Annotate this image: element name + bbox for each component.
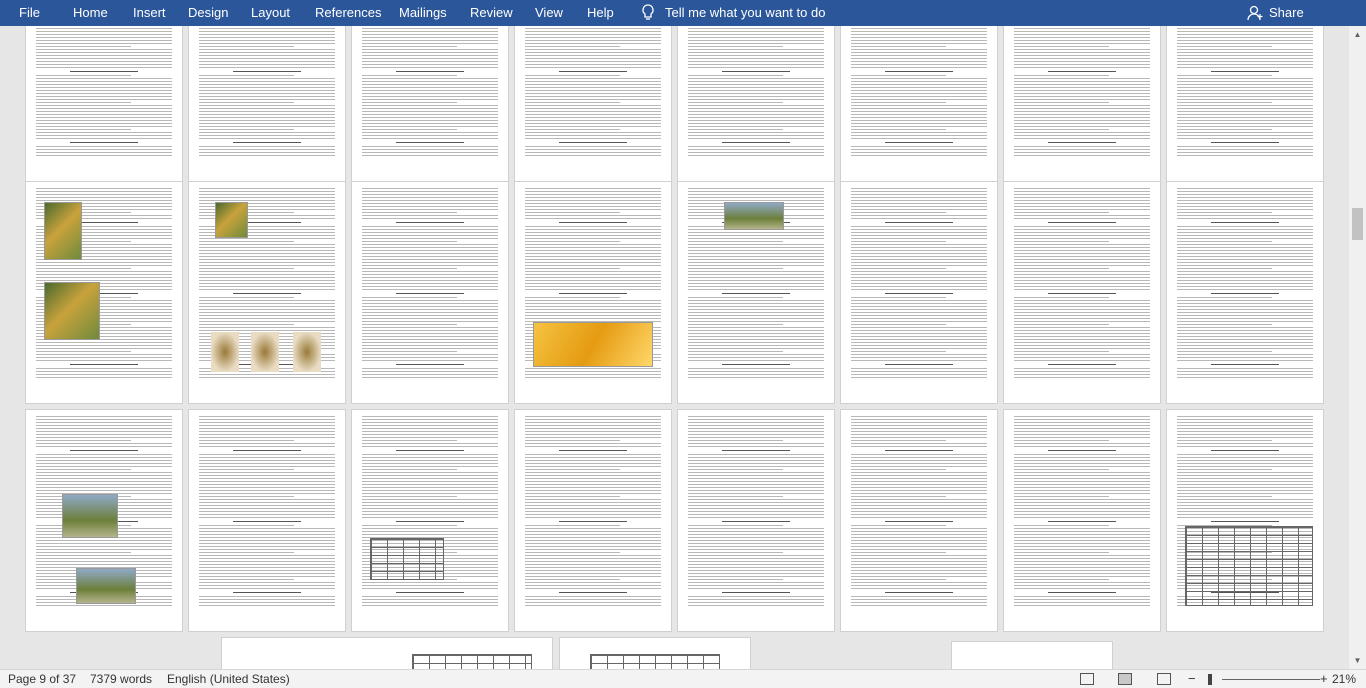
- page-text-block: [851, 416, 987, 625]
- page-thumbnail[interactable]: [515, 26, 671, 181]
- zoom-level[interactable]: 21%: [1332, 672, 1356, 686]
- status-bar: Page 9 of 37 7379 words English (United …: [0, 669, 1366, 688]
- language-indicator[interactable]: English (United States): [167, 672, 290, 686]
- page-text-block: [362, 188, 498, 397]
- lightbulb-icon: [642, 4, 654, 20]
- page-text-block: [1014, 188, 1150, 397]
- tab-file[interactable]: File: [19, 0, 40, 26]
- table-figure[interactable]: [1185, 526, 1313, 606]
- page-text-block: [851, 26, 987, 175]
- tab-design[interactable]: Design: [188, 0, 228, 26]
- ribbon-menu-bar: File Home Insert Design Layout Reference…: [0, 0, 1366, 26]
- tab-references[interactable]: References: [315, 0, 381, 26]
- page-text-block: [688, 26, 824, 175]
- page-thumbnail[interactable]: [352, 410, 508, 631]
- read-mode-icon[interactable]: [1080, 673, 1094, 685]
- page-thumbnail[interactable]: [1167, 410, 1323, 631]
- page-thumbnail[interactable]: [26, 410, 182, 631]
- table-figure[interactable]: [370, 538, 444, 580]
- page-thumbnail[interactable]: [189, 410, 345, 631]
- picture-figure[interactable]: [215, 202, 248, 238]
- scroll-down-icon[interactable]: ▼: [1349, 652, 1366, 669]
- table-figure[interactable]: [412, 654, 532, 669]
- picture-figure[interactable]: [293, 332, 321, 372]
- picture-figure[interactable]: [533, 322, 653, 367]
- page-thumbnail[interactable]: [1167, 26, 1323, 181]
- vertical-scrollbar[interactable]: ▲ ▼: [1349, 26, 1366, 669]
- tab-home[interactable]: Home: [73, 0, 108, 26]
- picture-figure[interactable]: [76, 568, 136, 604]
- picture-figure[interactable]: [251, 332, 279, 372]
- zoom-out-button[interactable]: −: [1188, 671, 1196, 686]
- page-text-block: [688, 416, 824, 625]
- page-text-block: [525, 416, 661, 625]
- page-thumbnail[interactable]: [841, 26, 997, 181]
- picture-figure[interactable]: [62, 494, 118, 538]
- page-text-block: [362, 416, 498, 625]
- page-thumbnail[interactable]: [841, 410, 997, 631]
- scroll-thumb[interactable]: [1352, 208, 1363, 240]
- page-text-block: [1014, 416, 1150, 625]
- picture-figure[interactable]: [724, 202, 784, 230]
- zoom-slider-thumb[interactable]: [1208, 674, 1212, 685]
- page-text-block: [36, 26, 172, 175]
- tab-help[interactable]: Help: [587, 0, 614, 26]
- tab-insert[interactable]: Insert: [133, 0, 166, 26]
- page-text-block: [851, 188, 987, 397]
- page-thumbnail[interactable]: [1004, 182, 1160, 403]
- picture-figure[interactable]: [44, 282, 100, 340]
- table-figure[interactable]: [590, 654, 720, 669]
- tab-view[interactable]: View: [535, 0, 563, 26]
- person-icon: [1247, 5, 1263, 21]
- page-thumbnail[interactable]: [189, 182, 345, 403]
- page-thumbnail[interactable]: [678, 410, 834, 631]
- page-thumbnail[interactable]: [26, 26, 182, 181]
- tell-me-label: Tell me what you want to do: [665, 5, 826, 20]
- page-thumbnail[interactable]: [1004, 410, 1160, 631]
- page-thumbnail[interactable]: [560, 638, 750, 669]
- word-count[interactable]: 7379 words: [90, 672, 152, 686]
- page-text-block: [1014, 26, 1150, 175]
- page-text-block: [1177, 26, 1313, 175]
- print-layout-icon[interactable]: [1118, 673, 1132, 685]
- page-text-block: [525, 26, 661, 175]
- page-thumbnail[interactable]: [352, 182, 508, 403]
- page-text-block: [362, 26, 498, 175]
- page-thumbnail[interactable]: [952, 642, 1112, 669]
- page-thumbnail[interactable]: [352, 26, 508, 181]
- page-thumbnail[interactable]: [1004, 26, 1160, 181]
- tell-me-search[interactable]: Tell me what you want to do: [641, 0, 825, 26]
- zoom-slider[interactable]: [1222, 679, 1320, 680]
- page-text-block: [199, 26, 335, 175]
- tab-layout[interactable]: Layout: [251, 0, 290, 26]
- zoom-in-button[interactable]: +: [1320, 671, 1328, 686]
- page-thumbnail[interactable]: [678, 26, 834, 181]
- page-thumbnail[interactable]: [222, 638, 552, 669]
- page-thumbnail[interactable]: [1167, 182, 1323, 403]
- page-thumbnail[interactable]: [189, 26, 345, 181]
- picture-figure[interactable]: [44, 202, 82, 260]
- share-button[interactable]: Share: [1247, 0, 1304, 26]
- tab-mailings[interactable]: Mailings: [399, 0, 447, 26]
- tab-review[interactable]: Review: [470, 0, 513, 26]
- page-thumbnail[interactable]: [678, 182, 834, 403]
- page-thumbnail[interactable]: [841, 182, 997, 403]
- page-thumbnail[interactable]: [26, 182, 182, 403]
- document-canvas[interactable]: [0, 26, 1349, 669]
- web-layout-icon[interactable]: [1157, 673, 1171, 685]
- page-thumbnail[interactable]: [515, 410, 671, 631]
- page-count[interactable]: Page 9 of 37: [8, 672, 76, 686]
- share-label: Share: [1269, 5, 1304, 20]
- page-text-block: [199, 416, 335, 625]
- scroll-up-icon[interactable]: ▲: [1349, 26, 1366, 43]
- picture-figure[interactable]: [211, 332, 239, 372]
- page-thumbnail[interactable]: [515, 182, 671, 403]
- page-text-block: [1177, 188, 1313, 397]
